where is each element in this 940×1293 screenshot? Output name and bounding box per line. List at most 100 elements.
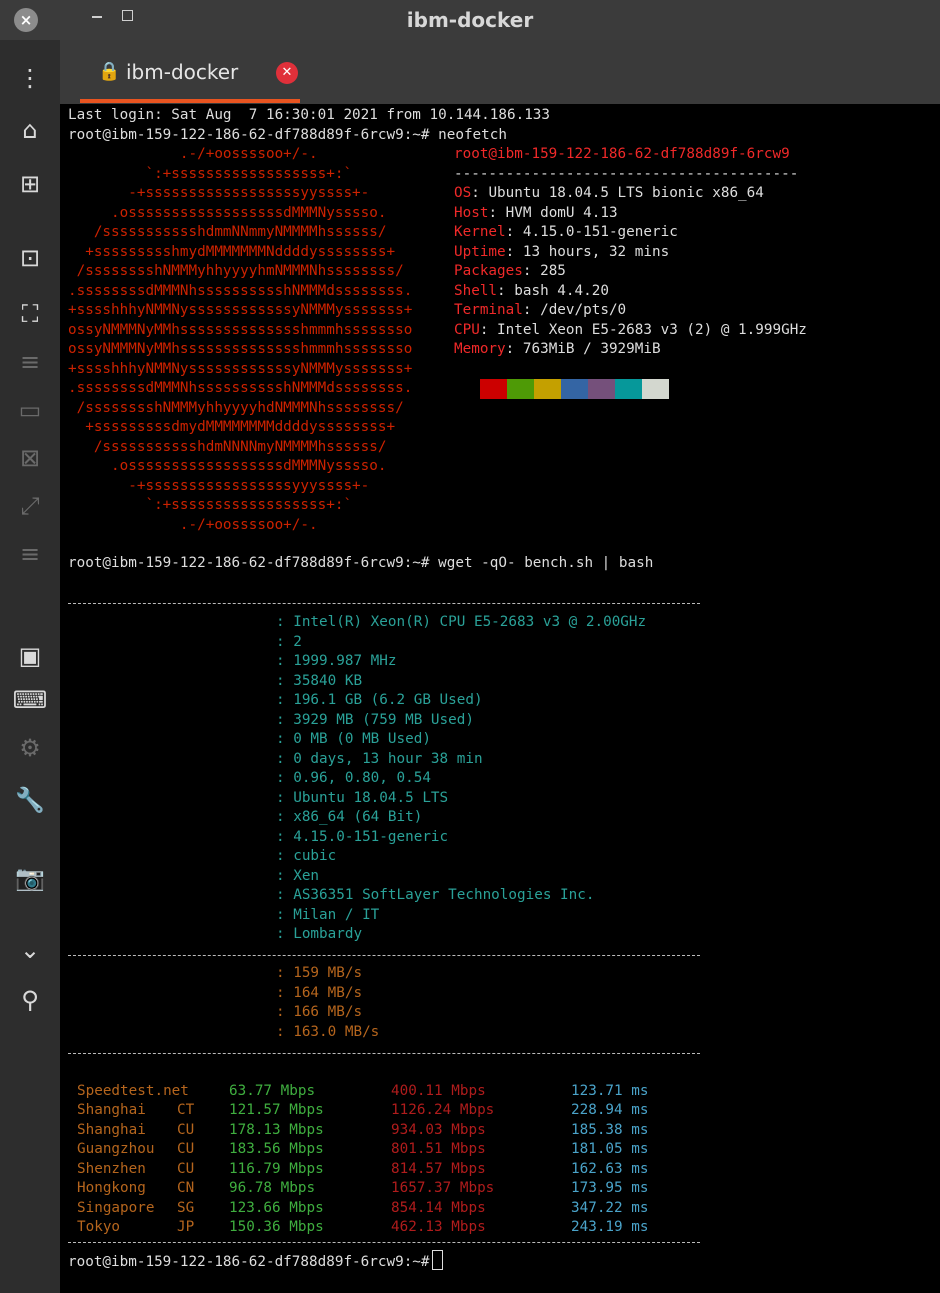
ubuntu-logo-line: /ssssssssssshdmNNNNmyNMMMMhssssss/ (68, 438, 387, 455)
io-label: I/O Speed(1st run) (77, 965, 232, 981)
sysinfo-value: : x86_64 (64 Bit) (276, 809, 423, 825)
speed-download: 854.14 Mbps (391, 1199, 486, 1216)
speed-latency: 123.71 ms (571, 1082, 649, 1099)
prompt-text: root@ibm-159-122-186-62-df788d89f-6rcw9:… (68, 1253, 430, 1270)
speed-node-isp: CT (177, 1102, 195, 1118)
ubuntu-logo-line: .ossssssssssssssssssdMMMNysssso. (68, 458, 387, 474)
window-icon[interactable]: ▣ (10, 636, 50, 676)
speed-download: 1126.24 Mbps (391, 1102, 495, 1118)
color-palette (480, 379, 669, 399)
terminal-output[interactable]: Last login: Sat Aug 7 16:30:01 2021 from… (66, 106, 940, 1293)
neofetch-info-row: Memory: 763MiB / 3929MiB (454, 341, 661, 357)
text-cursor (431, 1249, 443, 1270)
prompt-neofetch: root@ibm-159-122-186-62-df788d89f-6rcw9:… (68, 126, 507, 143)
palette-swatch (561, 379, 588, 399)
speed-node-isp: CU (177, 1141, 195, 1157)
sysinfo-value: : 4.15.0-151-generic (276, 828, 449, 845)
keyboard-icon[interactable]: ⌨ (10, 680, 50, 720)
terminal-window: × ibm-docker ⋮ ⌂ ⊞ ⊡ ⛶ ≡ ▭ ⊠ ⤢ ≡ ▣ ⌨ ⚙ 🔧 📷 ⌄ ⚲ 🔒 ibm-doc… (0, 0, 940, 1293)
list-icon[interactable]: ≡ (10, 534, 50, 574)
speed-latency: 243.19 ms (571, 1219, 649, 1235)
sysinfo-label: Organization (77, 887, 181, 903)
info-value: 4.15.0-151-generic (522, 224, 678, 240)
neofetch-info-row: Kernel: 4.15.0-151-generic (454, 224, 678, 240)
info-key: Terminal (454, 302, 523, 318)
speed-upload: 121.57 Mbps (229, 1102, 324, 1118)
speed-latency: 173.95 ms (571, 1180, 649, 1196)
settings-icon[interactable]: ⚙ (10, 728, 50, 768)
info-value: bash 4.4.20 (514, 282, 609, 299)
neofetch-separator: ---------------------------------------- (454, 165, 799, 182)
speed-node-name: Shanghai (77, 1102, 146, 1118)
sysinfo-label: Total Mem (77, 711, 155, 728)
camera-icon[interactable]: 📷 (10, 858, 50, 898)
sysinfo-value: : 3929 MB (759 MB Used) (276, 711, 474, 728)
neofetch-info-row: Packages: 285 (454, 263, 566, 279)
zoom-icon[interactable]: ⊡ (10, 238, 50, 278)
ubuntu-logo-line: +sssshhhyNMMNyssssssssssssyNMMMysssssss+ (68, 360, 413, 377)
ubuntu-logo-line: -+ssssssssssssssssssyyssss+- (68, 185, 370, 201)
info-value: Intel Xeon E5-2683 v3 (2) @ 1.999GHz (497, 321, 807, 338)
divider (68, 603, 700, 604)
palette-swatch (588, 379, 615, 399)
sidebar: ⋮ ⌂ ⊞ ⊡ ⛶ ≡ ▭ ⊠ ⤢ ≡ ▣ ⌨ ⚙ 🔧 📷 ⌄ ⚲ (0, 40, 60, 1293)
speed-node-name: Speedtest.net (77, 1082, 189, 1099)
sysinfo-label: Region (77, 926, 129, 942)
speed-download: 801.51 Mbps (391, 1141, 486, 1157)
io-value: : 166 MB/s (276, 1004, 363, 1020)
neofetch-info-row: Terminal: /dev/pts/0 (454, 302, 627, 318)
sysinfo-label: Arch (77, 809, 112, 825)
speed-upload: 96.78 Mbps (229, 1180, 316, 1196)
speed-upload: 116.79 Mbps (229, 1160, 324, 1177)
info-value: /dev/pts/0 (540, 302, 627, 318)
speed-node-name: Hongkong (77, 1180, 146, 1196)
speed-download: 400.11 Mbps (391, 1082, 486, 1099)
new-tab-icon[interactable]: ⊞ (10, 164, 50, 204)
neofetch-info-row: Host: HVM domU 4.13 (454, 204, 618, 221)
fullscreen-icon[interactable]: ⛶ (10, 294, 50, 334)
chevron-down-icon[interactable]: ⌄ (10, 930, 50, 970)
resize-icon[interactable]: ⤢ (10, 486, 50, 526)
tab-ibm-docker[interactable]: 🔒 ibm-docker ✕ (80, 40, 300, 104)
speed-node-name: Tokyo (77, 1219, 121, 1235)
sysinfo-label: Kernel (77, 828, 129, 845)
scale-icon[interactable]: ⊠ (10, 438, 50, 478)
divider (68, 1241, 700, 1243)
hamburger-icon[interactable]: ≡ (10, 342, 50, 382)
display-icon[interactable]: ▭ (10, 390, 50, 430)
sysinfo-label: Location (77, 906, 146, 923)
home-icon[interactable]: ⌂ (10, 110, 50, 150)
sysinfo-value: : Xen (276, 867, 320, 884)
speed-upload: 178.13 Mbps (229, 1121, 324, 1138)
sysinfo-value: : 0 MB (0 MB Used) (276, 731, 431, 747)
title-bar: × ibm-docker (0, 0, 940, 40)
speed-header: Latency (571, 1063, 632, 1079)
tab-bar: 🔒 ibm-docker ✕ (60, 40, 940, 104)
info-key: OS (454, 185, 472, 201)
speed-upload: 63.77 Mbps (229, 1082, 316, 1099)
speed-upload: 123.66 Mbps (229, 1199, 324, 1216)
io-value: : 164 MB/s (276, 984, 363, 1001)
palette-swatch (615, 379, 642, 399)
wrench-icon[interactable]: 🔧 (10, 780, 50, 820)
info-value: 763MiB / 3929MiB (522, 341, 661, 357)
info-key: Uptime (454, 243, 506, 260)
ubuntu-logo-line: .ssssssssdMMMNhsssssssssshNMMMdssssssss. (68, 282, 413, 299)
neofetch-info-row: CPU: Intel Xeon E5-2683 v3 (2) @ 1.999GH… (454, 321, 807, 338)
ubuntu-logo-line: +sssssssssdmydMMMMMMMMddddyssssssss+ (68, 419, 396, 435)
speed-node-isp: JP (177, 1219, 195, 1235)
tab-close-icon[interactable]: ✕ (276, 62, 298, 84)
ubuntu-logo-line: .ossssssssssssssssssdMMMNysssso. (68, 204, 387, 221)
speed-latency: 228.94 ms (571, 1102, 649, 1118)
ubuntu-logo-line: `:+ssssssssssssssssss+:` (68, 165, 353, 182)
sysinfo-value: : 0.96, 0.80, 0.54 (276, 770, 431, 786)
speed-download: 934.03 Mbps (391, 1121, 486, 1138)
menu-icon[interactable]: ⋮ (10, 58, 50, 98)
speed-latency: 181.05 ms (571, 1141, 649, 1157)
disconnect-icon[interactable]: ⚲ (10, 980, 50, 1020)
speed-node-name: Guangzhou (77, 1141, 155, 1157)
ubuntu-logo-line: ossyNMMMNyMMhsssssssssssssshmmmhssssssso (68, 341, 413, 357)
speed-node-isp: CU (177, 1160, 195, 1177)
sysinfo-label: TCP CC (77, 848, 129, 864)
prompt-bench: root@ibm-159-122-186-62-df788d89f-6rcw9:… (68, 555, 654, 571)
